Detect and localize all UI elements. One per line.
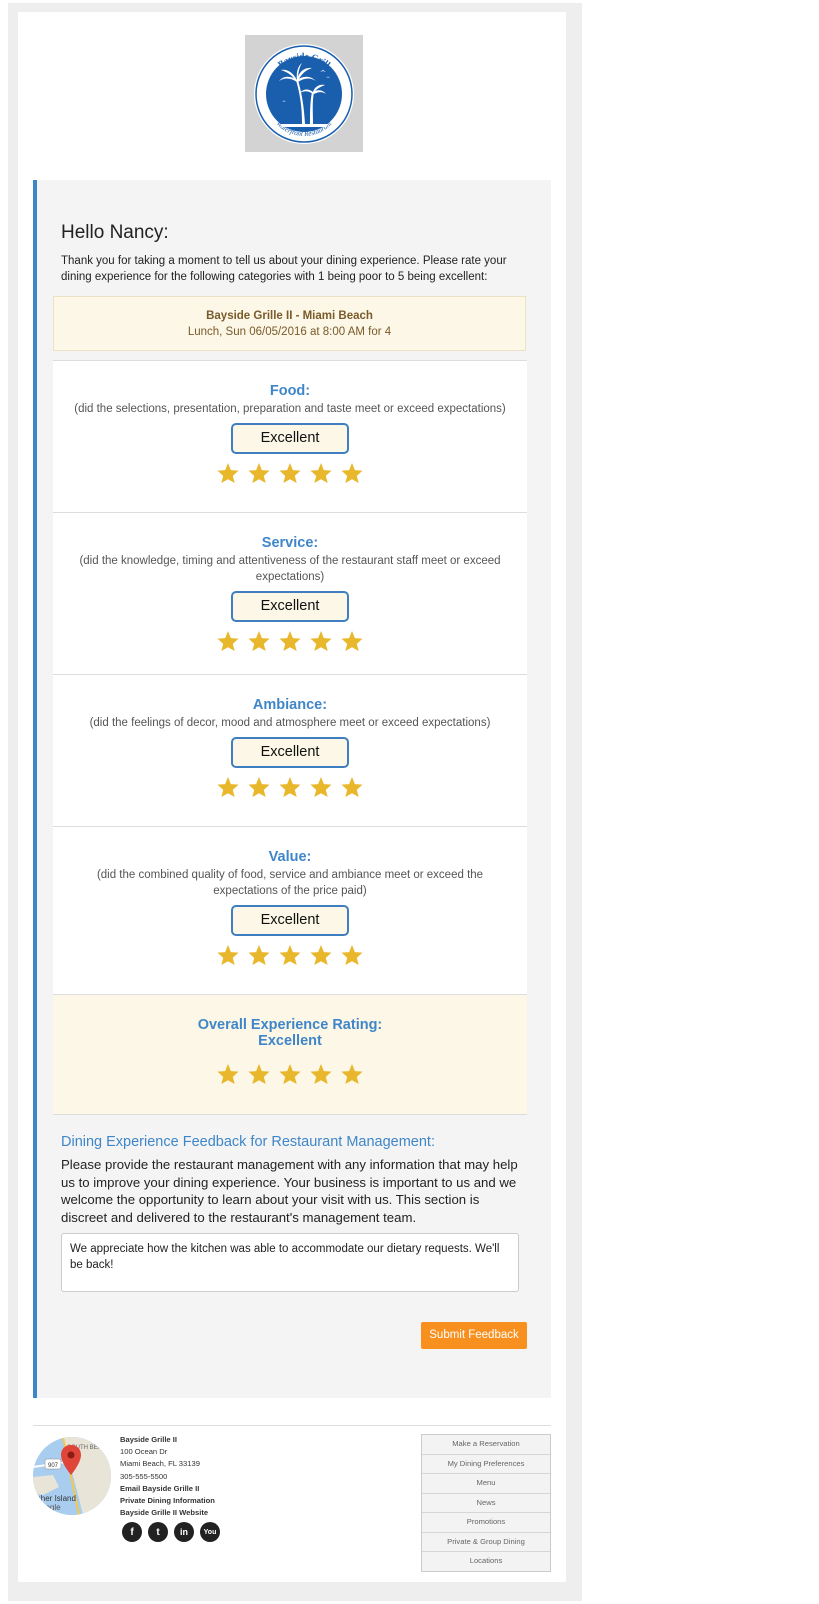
star-icon[interactable] (309, 462, 333, 484)
rating-title: Ambiance: (252, 697, 328, 713)
footer-phone: 305-555-5500 (120, 1471, 168, 1481)
logo-image: Bayside Grill Waterfront Restaurant (254, 43, 354, 144)
reservation-restaurant: Bayside Grille II - Miami Beach (206, 310, 373, 322)
rating-description: (did the selections, presentation, prepa… (74, 403, 506, 415)
rating-title: Value: (268, 849, 312, 865)
star-icon[interactable] (340, 776, 364, 798)
location-map[interactable]: 907 SOUTH BEACH isher Island oogle (33, 1437, 111, 1515)
star-icon[interactable] (309, 776, 333, 798)
facebook-icon[interactable]: f (122, 1522, 142, 1542)
star-icon[interactable] (247, 944, 271, 966)
rating-value-select[interactable]: Excellent (231, 905, 349, 936)
footer-restaurant-name: Bayside Grille II (120, 1435, 177, 1444)
star-icon[interactable] (278, 462, 302, 484)
restaurant-address: Bayside Grille II 100 Ocean Dr Miami Bea… (120, 1434, 215, 1519)
star-icon[interactable] (247, 776, 271, 798)
star-icon (217, 1063, 239, 1085)
footer-divider (33, 1425, 551, 1426)
star-icon[interactable] (216, 462, 240, 484)
submit-feedback-button[interactable]: Submit Feedback (421, 1322, 527, 1349)
rating-description: (did the feelings of decor, mood and atm… (89, 717, 491, 729)
rating-section-food: Food: (did the selections, presentation,… (53, 360, 527, 512)
star-icon[interactable] (340, 462, 364, 484)
feedback-textarea[interactable]: We appreciate how the kitchen was able t… (61, 1233, 519, 1292)
rating-value-select[interactable]: Excellent (231, 423, 349, 454)
footer-nav: Make a Reservation My Dining Preferences… (421, 1434, 551, 1572)
footer-street: 100 Ocean Dr (120, 1447, 168, 1457)
nav-locations[interactable]: Locations (422, 1552, 550, 1571)
star-icon (341, 1063, 363, 1085)
star-rating[interactable] (53, 776, 527, 798)
star-icon[interactable] (216, 630, 240, 652)
nav-menu[interactable]: Menu (422, 1474, 550, 1494)
linkedin-icon[interactable]: in (174, 1522, 194, 1542)
map-road-label: 907 (48, 1463, 59, 1469)
star-icon (310, 1063, 332, 1085)
star-icon[interactable] (247, 630, 271, 652)
social-links: f t in You (122, 1522, 220, 1542)
star-icon[interactable] (216, 776, 240, 798)
rating-section-value: Value: (did the combined quality of food… (53, 826, 527, 994)
rating-section-ambiance: Ambiance: (did the feelings of decor, mo… (53, 674, 527, 826)
rating-title: Service: (261, 535, 319, 551)
rating-value-select[interactable]: Excellent (231, 737, 349, 768)
nav-dining-preferences[interactable]: My Dining Preferences (422, 1454, 550, 1474)
rating-value-select[interactable]: Excellent (231, 591, 349, 622)
restaurant-website-link[interactable]: Bayside Grille II Website (120, 1507, 215, 1519)
star-icon[interactable] (340, 630, 364, 652)
greeting-heading: Hello Nancy: (61, 222, 169, 243)
overall-star-rating (53, 1063, 527, 1085)
rating-section-service: Service: (did the knowledge, timing and … (53, 512, 527, 674)
intro-text: Thank you for taking a moment to tell us… (61, 255, 507, 283)
reservation-details: Lunch, Sun 06/05/2016 at 8:00 AM for 4 (187, 326, 392, 338)
star-icon (279, 1063, 301, 1085)
youtube-icon[interactable]: You (200, 1522, 220, 1542)
nav-private-group-dining[interactable]: Private & Group Dining (422, 1532, 550, 1552)
overall-rating-title: Overall Experience Rating: (197, 1017, 383, 1033)
star-icon[interactable] (247, 462, 271, 484)
twitter-icon[interactable]: t (148, 1522, 168, 1542)
feedback-heading: Dining Experience Feedback for Restauran… (61, 1134, 435, 1150)
star-icon[interactable] (216, 944, 240, 966)
nav-make-reservation[interactable]: Make a Reservation (422, 1435, 550, 1455)
star-rating[interactable] (53, 462, 527, 484)
star-icon[interactable] (278, 776, 302, 798)
footer-city: Miami Beach, FL 33139 (120, 1459, 200, 1469)
star-icon[interactable] (340, 944, 364, 966)
overall-rating-section: Overall Experience Rating: Excellent (53, 994, 527, 1115)
private-dining-link[interactable]: Private Dining Information (120, 1495, 215, 1507)
star-icon[interactable] (309, 944, 333, 966)
rating-description: (did the knowledge, timing and attentive… (79, 555, 501, 583)
reservation-summary: Bayside Grille II - Miami Beach Lunch, S… (53, 296, 526, 351)
star-rating[interactable] (53, 944, 527, 966)
star-icon[interactable] (309, 630, 333, 652)
star-rating[interactable] (53, 630, 527, 652)
email-restaurant-link[interactable]: Email Bayside Grille II (120, 1483, 215, 1495)
rating-title: Food: (269, 383, 311, 399)
restaurant-logo: Bayside Grill Waterfront Restaurant (245, 35, 363, 152)
overall-rating-value: Excellent (258, 1033, 322, 1049)
star-icon[interactable] (278, 944, 302, 966)
star-icon (248, 1063, 270, 1085)
star-icon[interactable] (278, 630, 302, 652)
nav-promotions[interactable]: Promotions (422, 1513, 550, 1533)
map-image: 907 SOUTH BEACH isher Island oogle (33, 1437, 111, 1515)
rating-description: (did the combined quality of food, servi… (96, 869, 484, 897)
feedback-instructions: Please provide the restaurant management… (61, 1157, 518, 1225)
nav-news[interactable]: News (422, 1493, 550, 1513)
